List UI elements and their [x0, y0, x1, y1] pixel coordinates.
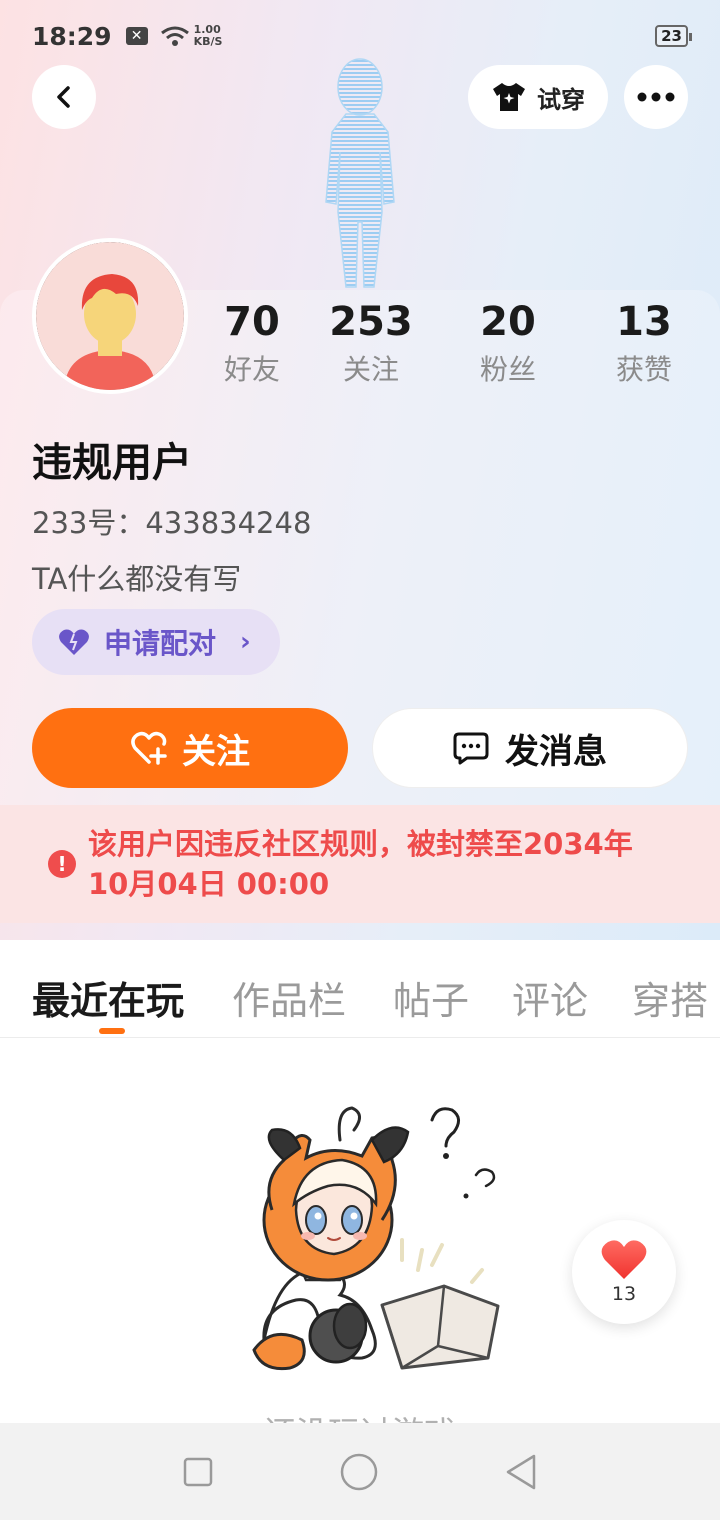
stat-label: 获赞 [615, 353, 672, 386]
recent-apps-icon[interactable] [182, 1456, 214, 1488]
send-message-label: 发消息 [505, 731, 607, 772]
stat-likes[interactable]: 13 获赞 [584, 298, 704, 388]
send-message-button[interactable]: 发消息 [372, 708, 688, 788]
empty-state-illustration [252, 1106, 500, 1371]
username: 违规用户 [32, 440, 192, 486]
stat-value: 20 [480, 299, 536, 345]
stat-label: 关注 [342, 353, 399, 386]
system-nav-bar [0, 1423, 720, 1520]
stat-value: 253 [329, 299, 413, 345]
red-heart-icon [601, 1240, 647, 1279]
like-count: 13 [611, 1283, 637, 1305]
purple-heart-icon [59, 629, 89, 655]
home-icon[interactable] [339, 1452, 379, 1492]
status-time: 18:29 [32, 21, 112, 51]
battery-indicator: 23 [655, 25, 692, 47]
tshirt-icon [493, 83, 525, 111]
active-tab-indicator [99, 1028, 125, 1034]
chat-bubble-icon [453, 732, 489, 765]
user-bio: TA什么都没有写 [32, 562, 242, 596]
net-speed-unit: KB/S [193, 35, 223, 48]
ban-notice-text: 该用户因违反社区规则，被封禁至2034年 10月04日 00:00 [88, 824, 633, 904]
ban-notice: ! 该用户因违反社区规则，被封禁至2034年 10月04日 00:00 [0, 805, 720, 923]
wifi-icon [160, 26, 189, 46]
net-speed: 1.00 KB/S [194, 24, 223, 48]
more-dots-icon [637, 92, 675, 102]
stat-label: 粉丝 [479, 353, 536, 386]
back-button[interactable] [32, 65, 96, 129]
stat-following[interactable]: 253 关注 [311, 298, 431, 388]
apply-pair-label: 申请配对 [104, 627, 217, 660]
follow-button[interactable]: 关注 [32, 708, 348, 788]
avatar-3d-figure [325, 58, 395, 288]
stat-value: 13 [616, 299, 672, 345]
default-avatar-icon [36, 242, 184, 390]
tab-outfits[interactable]: 穿搭 [632, 970, 708, 1025]
tab-posts[interactable]: 帖子 [393, 970, 469, 1025]
try-on-button[interactable]: 试穿 [468, 65, 608, 129]
ban-notice-line1: 该用户因违反社区规则，被封禁至2034年 [88, 827, 633, 861]
tab-comments[interactable]: 评论 [512, 970, 588, 1025]
stat-friends[interactable]: 70 好友 [192, 298, 312, 388]
content-tabs: 最近在玩 作品栏 帖子 评论 穿搭 [0, 948, 720, 1038]
tab-recently-played[interactable]: 最近在玩 [32, 970, 184, 1025]
tab-works[interactable]: 作品栏 [232, 970, 346, 1025]
ban-notice-line2: 10月04日 00:00 [88, 867, 330, 901]
chevron-right-icon: › [240, 627, 251, 657]
sim-icon: ✕ [125, 27, 148, 45]
back-nav-icon[interactable] [504, 1453, 538, 1491]
stats-row: 70 好友 253 关注 20 粉丝 13 获赞 [190, 298, 720, 398]
warning-icon: ! [48, 850, 76, 878]
floating-like-button[interactable]: 13 [572, 1220, 676, 1324]
avatar[interactable] [32, 238, 188, 394]
apply-pair-button[interactable]: 申请配对 › [32, 609, 280, 675]
more-options-button[interactable] [624, 65, 688, 129]
follow-label: 关注 [182, 731, 250, 772]
try-on-label: 试穿 [537, 85, 585, 114]
user-id: 233号：433834248 [32, 506, 312, 540]
stat-fans[interactable]: 20 粉丝 [448, 298, 568, 388]
stat-label: 好友 [223, 353, 280, 386]
heart-plus-icon [131, 731, 167, 765]
stat-value: 70 [224, 299, 280, 345]
chevron-left-icon [57, 86, 70, 108]
